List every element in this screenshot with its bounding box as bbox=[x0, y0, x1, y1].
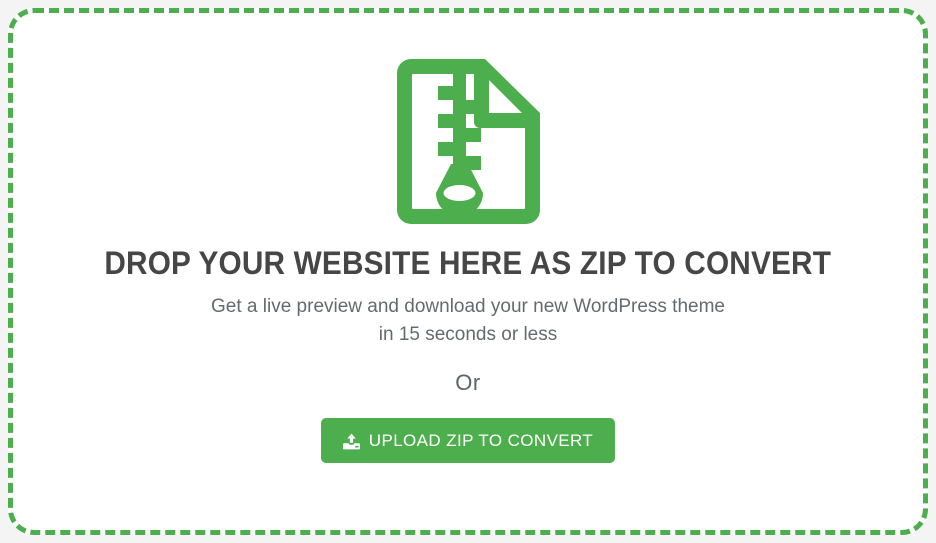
zip-dropzone[interactable]: DROP YOUR WEBSITE HERE AS ZIP TO CONVERT… bbox=[8, 8, 928, 535]
page-title: DROP YOUR WEBSITE HERE AS ZIP TO CONVERT bbox=[104, 245, 832, 281]
subtitle-line-2: in 15 seconds or less bbox=[378, 323, 558, 345]
upload-icon bbox=[342, 433, 360, 450]
upload-zip-button[interactable]: UPLOAD ZIP TO CONVERT bbox=[320, 418, 616, 464]
upload-zip-button-label: UPLOAD ZIP TO CONVERT bbox=[368, 430, 594, 450]
dropzone-subtitle: Get a live preview and download your new… bbox=[211, 293, 725, 348]
subtitle-line-1: Get a live preview and download your new… bbox=[211, 296, 725, 318]
or-divider-label: Or bbox=[455, 370, 481, 396]
zip-file-icon bbox=[396, 59, 540, 224]
